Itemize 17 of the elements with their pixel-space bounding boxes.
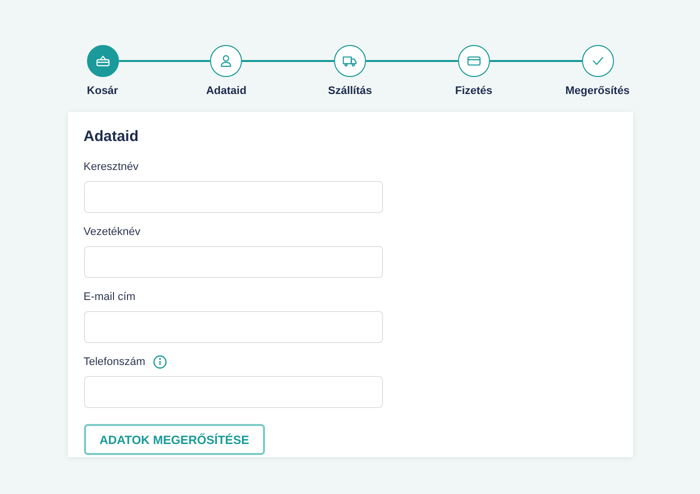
input-field[interactable] xyxy=(84,246,382,278)
basket-icon xyxy=(94,53,110,69)
step-label: Fizetés xyxy=(455,84,492,99)
confirm-button[interactable]: ADATOK MEGERŐSÍTÉSE xyxy=(84,424,266,455)
field-label: Vezetéknév xyxy=(84,224,140,240)
form-title: Adataid xyxy=(84,126,139,146)
step-label: Kosár xyxy=(86,84,118,99)
step-label: Szállítás xyxy=(328,84,372,99)
field-label: E-mail cím xyxy=(84,290,136,305)
step-label: Adataid xyxy=(206,84,246,99)
field-label: Keresztnév xyxy=(84,160,139,175)
input-field[interactable] xyxy=(84,311,382,343)
step-label: Megerősítés xyxy=(565,84,630,99)
field-label: Telefonszám xyxy=(84,354,146,370)
input-field[interactable] xyxy=(84,181,382,213)
info-icon[interactable] xyxy=(153,355,168,369)
input-field[interactable] xyxy=(84,376,382,408)
